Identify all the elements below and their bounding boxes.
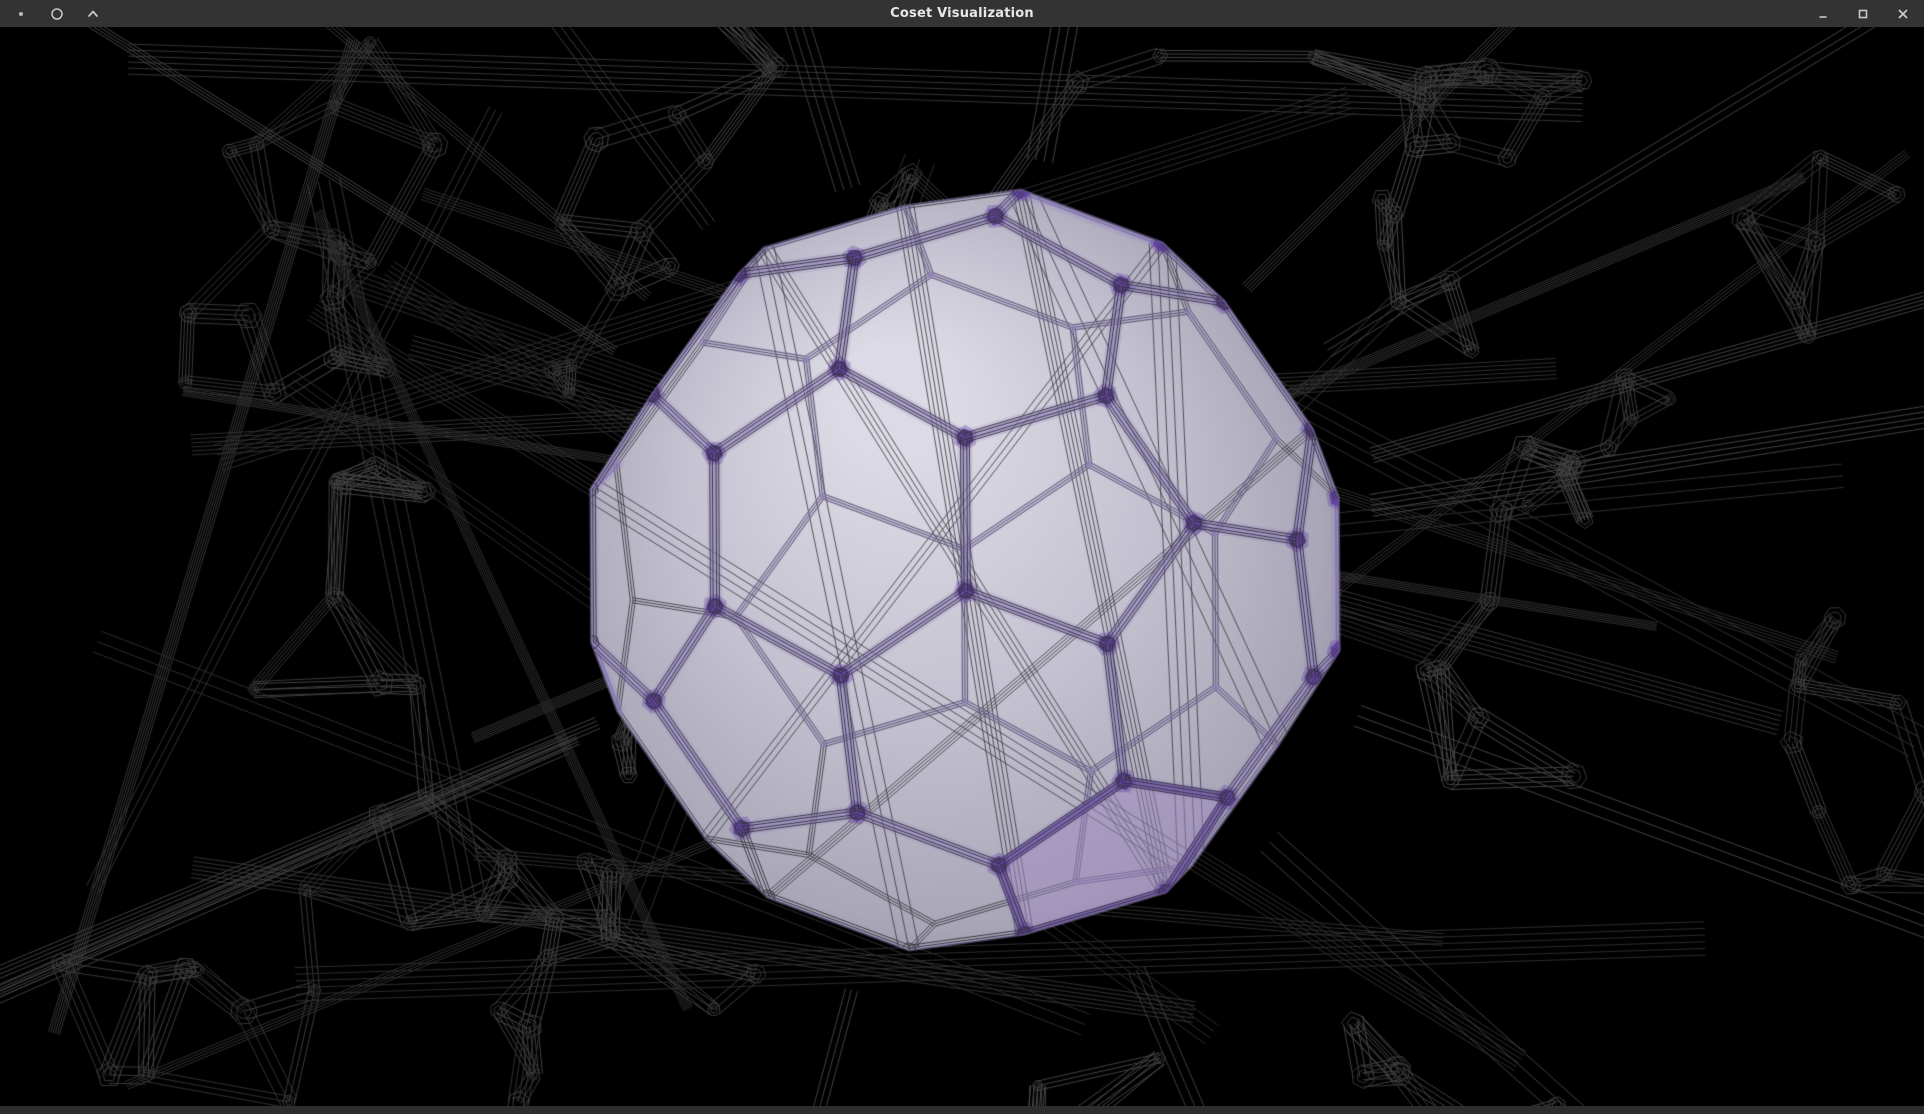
- close-button[interactable]: [1892, 3, 1914, 25]
- titlebar-left-icons: [10, 0, 104, 27]
- expand-chevron-icon[interactable]: [82, 3, 104, 25]
- app-window: { "window": { "title": "Coset Visualizat…: [0, 0, 1924, 1114]
- record-circle-icon[interactable]: [46, 3, 68, 25]
- menu-dot-icon: [10, 3, 32, 25]
- coset-3d-viewport[interactable]: [0, 27, 1924, 1114]
- title-bar[interactable]: Coset Visualization: [0, 0, 1924, 27]
- window-bottom-edge: [0, 1106, 1924, 1114]
- maximize-button[interactable]: [1852, 3, 1874, 25]
- window-controls: [1812, 0, 1914, 27]
- window-title: Coset Visualization: [890, 0, 1034, 27]
- minimize-button[interactable]: [1812, 3, 1834, 25]
